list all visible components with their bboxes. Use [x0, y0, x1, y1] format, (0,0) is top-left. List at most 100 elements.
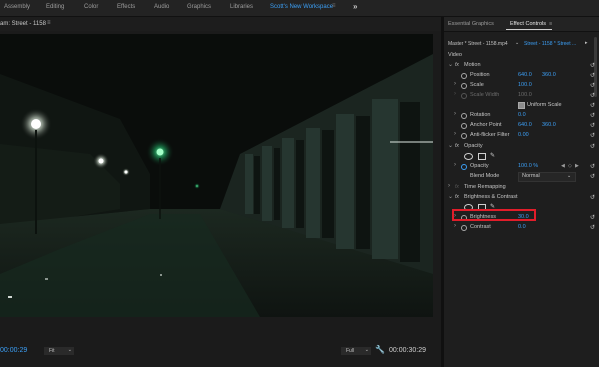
add-keyframe-icon[interactable]: ◇ [568, 163, 572, 169]
video-section-label: Video [448, 52, 462, 58]
param-anti-flicker-value[interactable]: 0.00 [518, 132, 529, 138]
more-workspaces-icon[interactable]: » [353, 2, 357, 11]
workspace-menu-icon[interactable]: ≡ [332, 3, 336, 9]
chevron-down-icon: ⌄ [67, 347, 72, 353]
video-section-row: Video [444, 51, 599, 61]
param-contrast-label: Contrast [470, 224, 491, 230]
param-rotation-value[interactable]: 0.0 [518, 112, 526, 118]
chevron-down-icon: ⌄ [364, 347, 369, 353]
param-rotation-row: › Rotation 0.0 ↺ [444, 111, 599, 121]
stopwatch-icon[interactable] [461, 73, 467, 79]
reset-icon[interactable]: ↺ [590, 72, 595, 79]
twirl-closed-icon[interactable]: › [454, 162, 456, 168]
effect-brightness-contrast-row[interactable]: ⌄ fx Brightness & Contrast ↺ [444, 193, 599, 203]
effect-motion-row[interactable]: ⌄ fx Motion ↺ [444, 61, 599, 71]
param-contrast-value[interactable]: 0.0 [518, 224, 526, 230]
param-scale-row: › Scale 100.0 ↺ [444, 81, 599, 91]
param-scale-width-value: 100.0 [518, 92, 532, 98]
playback-resolution-select[interactable]: Full ⌄ [341, 347, 371, 355]
param-opacity-row: › Opacity 100.0 % ◀ ◇ ▶ ↺ [444, 162, 599, 172]
next-keyframe-icon[interactable]: ▶ [575, 163, 579, 169]
workspace-libraries[interactable]: Libraries [230, 4, 253, 10]
playhead-timecode[interactable]: 00:00:29 [0, 347, 27, 354]
twirl-open-icon[interactable]: ⌄ [448, 61, 453, 68]
settings-wrench-icon[interactable]: 🔧 [375, 345, 385, 354]
twirl-open-icon[interactable]: ⌄ [448, 193, 453, 200]
param-position-x[interactable]: 640.0 [518, 72, 532, 78]
param-scale-label: Scale [470, 82, 484, 88]
param-anchor-point-x[interactable]: 640.0 [518, 122, 532, 128]
reset-icon[interactable]: ↺ [590, 194, 595, 201]
stopwatch-icon[interactable] [461, 133, 467, 139]
program-monitor-controls: 00:00:29 Fit ⌄ Full ⌄ 🔧 00:00:30:29 [0, 342, 440, 367]
reset-icon[interactable]: ↺ [590, 92, 595, 99]
uniform-scale-label: Uniform Scale [527, 102, 562, 108]
fx-toggle-icon[interactable]: fx [455, 62, 459, 68]
workspace-effects[interactable]: Effects [117, 4, 135, 10]
uniform-scale-checkbox[interactable] [518, 102, 525, 109]
twirl-closed-icon[interactable]: › [454, 131, 456, 137]
reset-icon[interactable]: ↺ [590, 214, 595, 221]
twirl-closed-icon: › [454, 91, 456, 97]
stopwatch-icon[interactable] [461, 113, 467, 119]
reset-icon[interactable]: ↺ [590, 224, 595, 231]
workspace-bar: Assembly Editing Color Effects Audio Gra… [0, 0, 599, 17]
program-monitor-header: am: Street - 1158 ≡ [0, 17, 442, 31]
effect-motion-label: Motion [464, 62, 481, 68]
fx-toggle-icon: fx [455, 184, 459, 190]
twirl-closed-icon[interactable]: › [454, 223, 456, 229]
pen-mask-icon[interactable]: ✎ [490, 152, 495, 159]
effect-controls-panel: Essential Graphics Effect Controls ≡ Mas… [444, 17, 599, 367]
reset-icon[interactable]: ↺ [590, 62, 595, 69]
master-clip-selector[interactable]: Master * Street - 1158.mp4 [448, 41, 508, 47]
stopwatch-icon[interactable] [461, 164, 467, 170]
effect-opacity-row[interactable]: ⌄ fx Opacity ↺ [444, 142, 599, 152]
twirl-closed-icon[interactable]: › [454, 111, 456, 117]
param-anchor-point-label: Anchor Point [470, 122, 502, 128]
play-only-arrow-icon[interactable]: ▸ [585, 40, 588, 46]
param-opacity-label: Opacity [470, 163, 489, 169]
active-tab-underline [506, 29, 552, 30]
workspace-assembly[interactable]: Assembly [4, 4, 30, 10]
reset-icon[interactable]: ↺ [590, 173, 595, 180]
panel-menu-icon[interactable]: ≡ [549, 21, 552, 27]
workspace-graphics[interactable]: Graphics [187, 4, 211, 10]
twirl-open-icon[interactable]: ⌄ [448, 142, 453, 149]
program-monitor-title: am: Street - 1158 [0, 21, 46, 27]
param-position-y[interactable]: 360.0 [542, 72, 556, 78]
twirl-closed-icon[interactable]: › [454, 81, 456, 87]
reset-icon[interactable]: ↺ [590, 132, 595, 139]
stopwatch-icon[interactable] [461, 83, 467, 89]
zoom-level-select[interactable]: Fit ⌄ [44, 347, 74, 355]
workspace-audio[interactable]: Audio [154, 4, 169, 10]
ellipse-mask-icon[interactable] [464, 153, 473, 160]
reset-icon[interactable]: ↺ [590, 163, 595, 170]
chevron-down-icon[interactable]: ⌄ [515, 40, 519, 46]
monitor-panel-menu-icon[interactable]: ≡ [47, 20, 51, 26]
param-opacity-value[interactable]: 100.0 % [518, 163, 538, 169]
param-position-label: Position [470, 72, 490, 78]
previous-keyframe-icon[interactable]: ◀ [561, 163, 565, 169]
reset-icon[interactable]: ↺ [590, 82, 595, 89]
stopwatch-icon[interactable] [461, 225, 467, 231]
rectangle-mask-icon[interactable] [478, 153, 486, 160]
clip-selector[interactable]: Street - 1158 * Street ... [524, 41, 576, 47]
stopwatch-icon[interactable] [461, 123, 467, 129]
reset-icon[interactable]: ↺ [590, 112, 595, 119]
workspace-color[interactable]: Color [84, 4, 98, 10]
twirl-closed-icon[interactable]: › [448, 183, 450, 189]
tab-essential-graphics[interactable]: Essential Graphics [448, 21, 494, 27]
workspace-editing[interactable]: Editing [46, 4, 64, 10]
tab-effect-controls[interactable]: Effect Controls [510, 21, 546, 27]
param-scale-value[interactable]: 100.0 [518, 82, 532, 88]
reset-icon[interactable]: ↺ [590, 122, 595, 129]
fx-toggle-icon[interactable]: fx [455, 143, 459, 149]
param-anchor-point-y[interactable]: 360.0 [542, 122, 556, 128]
reset-icon[interactable]: ↺ [590, 102, 595, 109]
param-blend-mode-row: Blend Mode Normal ⌄ ↺ [444, 172, 599, 182]
param-scale-width-label: Scale Width [470, 92, 500, 98]
workspace-scotts-new[interactable]: Scott's New Workspace [270, 4, 333, 10]
effect-time-remapping-row[interactable]: › fx Time Remapping [444, 183, 599, 193]
fx-toggle-icon[interactable]: fx [455, 194, 459, 200]
reset-icon[interactable]: ↺ [590, 143, 595, 150]
